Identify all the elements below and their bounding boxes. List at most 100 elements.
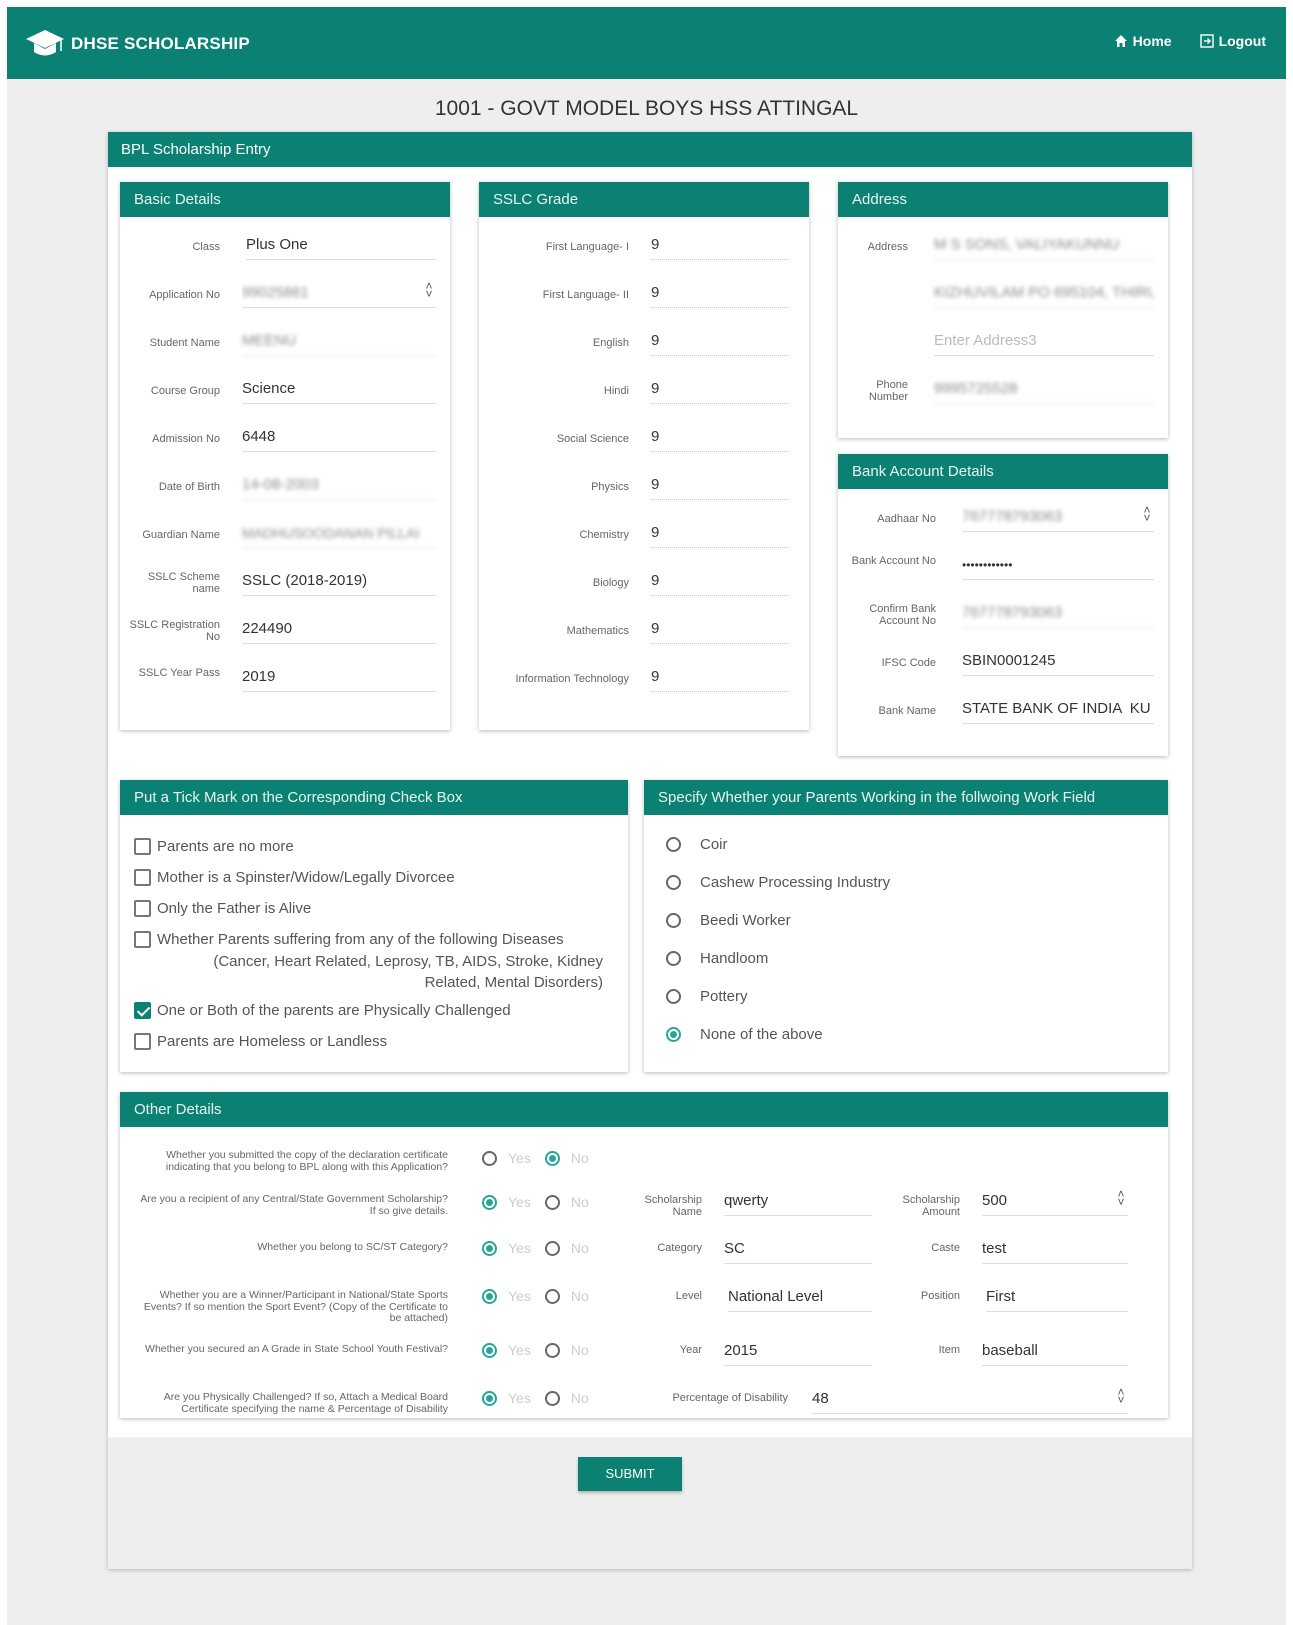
- radio-no[interactable]: [544, 1194, 560, 1210]
- level-select[interactable]: National Level: [728, 1282, 872, 1312]
- radio-option-none[interactable]: None of the above: [666, 1026, 823, 1043]
- aadhaar-input[interactable]: 767778793063 ˄ ˅: [962, 502, 1154, 532]
- checkbox-item[interactable]: Mother is a Spinster/Widow/Legally Divor…: [134, 869, 455, 886]
- class-label: Class: [192, 241, 220, 253]
- checkbox[interactable]: [134, 838, 151, 855]
- ifsc-input[interactable]: SBIN0001245: [962, 646, 1154, 676]
- checkbox-checked[interactable]: [134, 1002, 151, 1019]
- radio-yes[interactable]: [482, 1342, 497, 1358]
- checkbox[interactable]: [134, 1033, 151, 1050]
- checkbox-item[interactable]: Whether Parents suffering from any of th…: [134, 931, 603, 993]
- basic-details-card: Basic Details Class Plus One Application…: [120, 182, 450, 730]
- grade-label: Chemistry: [579, 529, 629, 541]
- admission-no-input[interactable]: 6448: [242, 422, 436, 452]
- ifsc-label: IFSC Code: [881, 657, 936, 669]
- confirm-account-input[interactable]: 767778793063: [962, 598, 1154, 628]
- submit-button[interactable]: SUBMIT: [578, 1457, 682, 1491]
- logout-label: Logout: [1218, 33, 1266, 49]
- radio-option-pottery[interactable]: Pottery: [666, 988, 748, 1005]
- radio-button-selected[interactable]: [666, 1027, 681, 1042]
- sslc-reg-no-input[interactable]: 224490: [242, 614, 436, 644]
- brand[interactable]: DHSE SCHOLARSHIP: [25, 27, 250, 61]
- grade-label: Information Technology: [515, 673, 629, 685]
- radio-option-coir[interactable]: Coir: [666, 836, 728, 853]
- radio-option-cashew[interactable]: Cashew Processing Industry: [666, 874, 890, 891]
- radio-button[interactable]: [666, 951, 681, 966]
- grade-input[interactable]: 9: [651, 278, 789, 308]
- checkbox-sublabel: (Cancer, Heart Related, Leprosy, TB, AID…: [213, 953, 603, 991]
- grade-input[interactable]: 9: [651, 470, 789, 500]
- grade-input[interactable]: 9: [651, 518, 789, 548]
- category-input[interactable]: SC: [724, 1234, 872, 1264]
- caste-label: Caste: [931, 1242, 960, 1254]
- radio-option-handloom[interactable]: Handloom: [666, 950, 768, 967]
- yes-label: Yes: [508, 1288, 531, 1304]
- bank-account-input[interactable]: ••••••••••••: [962, 550, 1154, 580]
- radio-yes[interactable]: [482, 1288, 497, 1304]
- radio-yes[interactable]: [482, 1150, 497, 1166]
- spinner-icon[interactable]: ˄ ˅: [1142, 504, 1152, 524]
- radio-no[interactable]: [544, 1240, 560, 1256]
- radio-yes[interactable]: [482, 1390, 497, 1406]
- radio-no[interactable]: [544, 1288, 560, 1304]
- grade-row: Mathematics 9: [479, 614, 809, 662]
- address2-input[interactable]: KIZHUVILAM PO 695104, THIRU: [934, 278, 1154, 308]
- dob-input[interactable]: 14-08-2003: [242, 470, 436, 500]
- spinner-icon[interactable]: ˄ ˅: [1116, 1188, 1126, 1208]
- radio-yes[interactable]: [482, 1240, 497, 1256]
- position-label: Position: [920, 1290, 960, 1302]
- radio-button[interactable]: [666, 913, 681, 928]
- radio-button[interactable]: [666, 837, 681, 852]
- sslc-year-input[interactable]: 2019: [242, 662, 436, 692]
- radio-no[interactable]: [544, 1342, 560, 1358]
- scholarship-name-input[interactable]: qwerty: [724, 1186, 872, 1216]
- student-name-input[interactable]: MEENU: [242, 326, 436, 356]
- grade-input[interactable]: 9: [651, 422, 789, 452]
- home-link[interactable]: Home: [1114, 33, 1172, 49]
- grade-input[interactable]: 9: [651, 566, 789, 596]
- bank-name-input[interactable]: STATE BANK OF INDIA KU: [962, 694, 1154, 724]
- radio-button[interactable]: [666, 989, 681, 1004]
- checkbox[interactable]: [134, 931, 151, 948]
- checkbox-item[interactable]: Only the Father is Alive: [134, 900, 311, 917]
- grade-label: Biology: [592, 577, 629, 589]
- checkbox[interactable]: [134, 900, 151, 917]
- phone-input[interactable]: 9995725528: [934, 374, 1154, 404]
- course-group-select[interactable]: Science: [242, 374, 436, 404]
- checkbox-item[interactable]: One or Both of the parents are Physicall…: [134, 1002, 511, 1019]
- application-no-input[interactable]: 99025861 ˄ ˅: [242, 278, 436, 308]
- radio-no[interactable]: [544, 1150, 560, 1166]
- checkbox[interactable]: [134, 869, 151, 886]
- item-input[interactable]: baseball: [982, 1336, 1128, 1366]
- radio-yes[interactable]: [482, 1194, 497, 1210]
- class-select[interactable]: Plus One: [246, 230, 436, 260]
- caste-input[interactable]: test: [982, 1234, 1128, 1264]
- field-address1: Address M S SONS, VALIYAKUNNU: [838, 230, 1168, 278]
- checkbox-card: Put a Tick Mark on the Corresponding Che…: [120, 780, 628, 1072]
- grade-input[interactable]: 9: [651, 374, 789, 404]
- radio-button[interactable]: [666, 875, 681, 890]
- guardian-name-input[interactable]: MADHUSOODANAN PILLAI: [242, 518, 436, 548]
- checkbox-item[interactable]: Parents are Homeless or Landless: [134, 1033, 387, 1050]
- checkbox-item[interactable]: Parents are no more: [134, 838, 294, 855]
- grade-input[interactable]: 9: [651, 230, 789, 260]
- grade-row: First Language- II 9: [479, 278, 809, 326]
- grade-input[interactable]: 9: [651, 326, 789, 356]
- yes-label: Yes: [508, 1194, 531, 1210]
- radio-no[interactable]: [544, 1390, 560, 1406]
- basic-details-title: Basic Details: [120, 182, 450, 217]
- sslc-scheme-select[interactable]: SSLC (2018-2019): [242, 566, 436, 596]
- address3-input[interactable]: Enter Address3: [934, 326, 1154, 356]
- spinner-icon[interactable]: ˄ ˅: [1116, 1386, 1126, 1406]
- position-select[interactable]: First: [986, 1282, 1128, 1312]
- disability-input[interactable]: 48 ˄ ˅: [812, 1384, 1128, 1414]
- year-input[interactable]: 2015: [724, 1336, 872, 1366]
- grade-input[interactable]: 9: [651, 614, 789, 644]
- logout-link[interactable]: Logout: [1199, 33, 1266, 49]
- grade-input[interactable]: 9: [651, 662, 789, 692]
- scholarship-amount-input[interactable]: 500 ˄ ˅: [982, 1186, 1128, 1216]
- radio-option-beedi[interactable]: Beedi Worker: [666, 912, 791, 929]
- address1-input[interactable]: M S SONS, VALIYAKUNNU: [934, 230, 1154, 260]
- bank-title: Bank Account Details: [838, 454, 1168, 489]
- spinner-icon[interactable]: ˄ ˅: [424, 280, 434, 300]
